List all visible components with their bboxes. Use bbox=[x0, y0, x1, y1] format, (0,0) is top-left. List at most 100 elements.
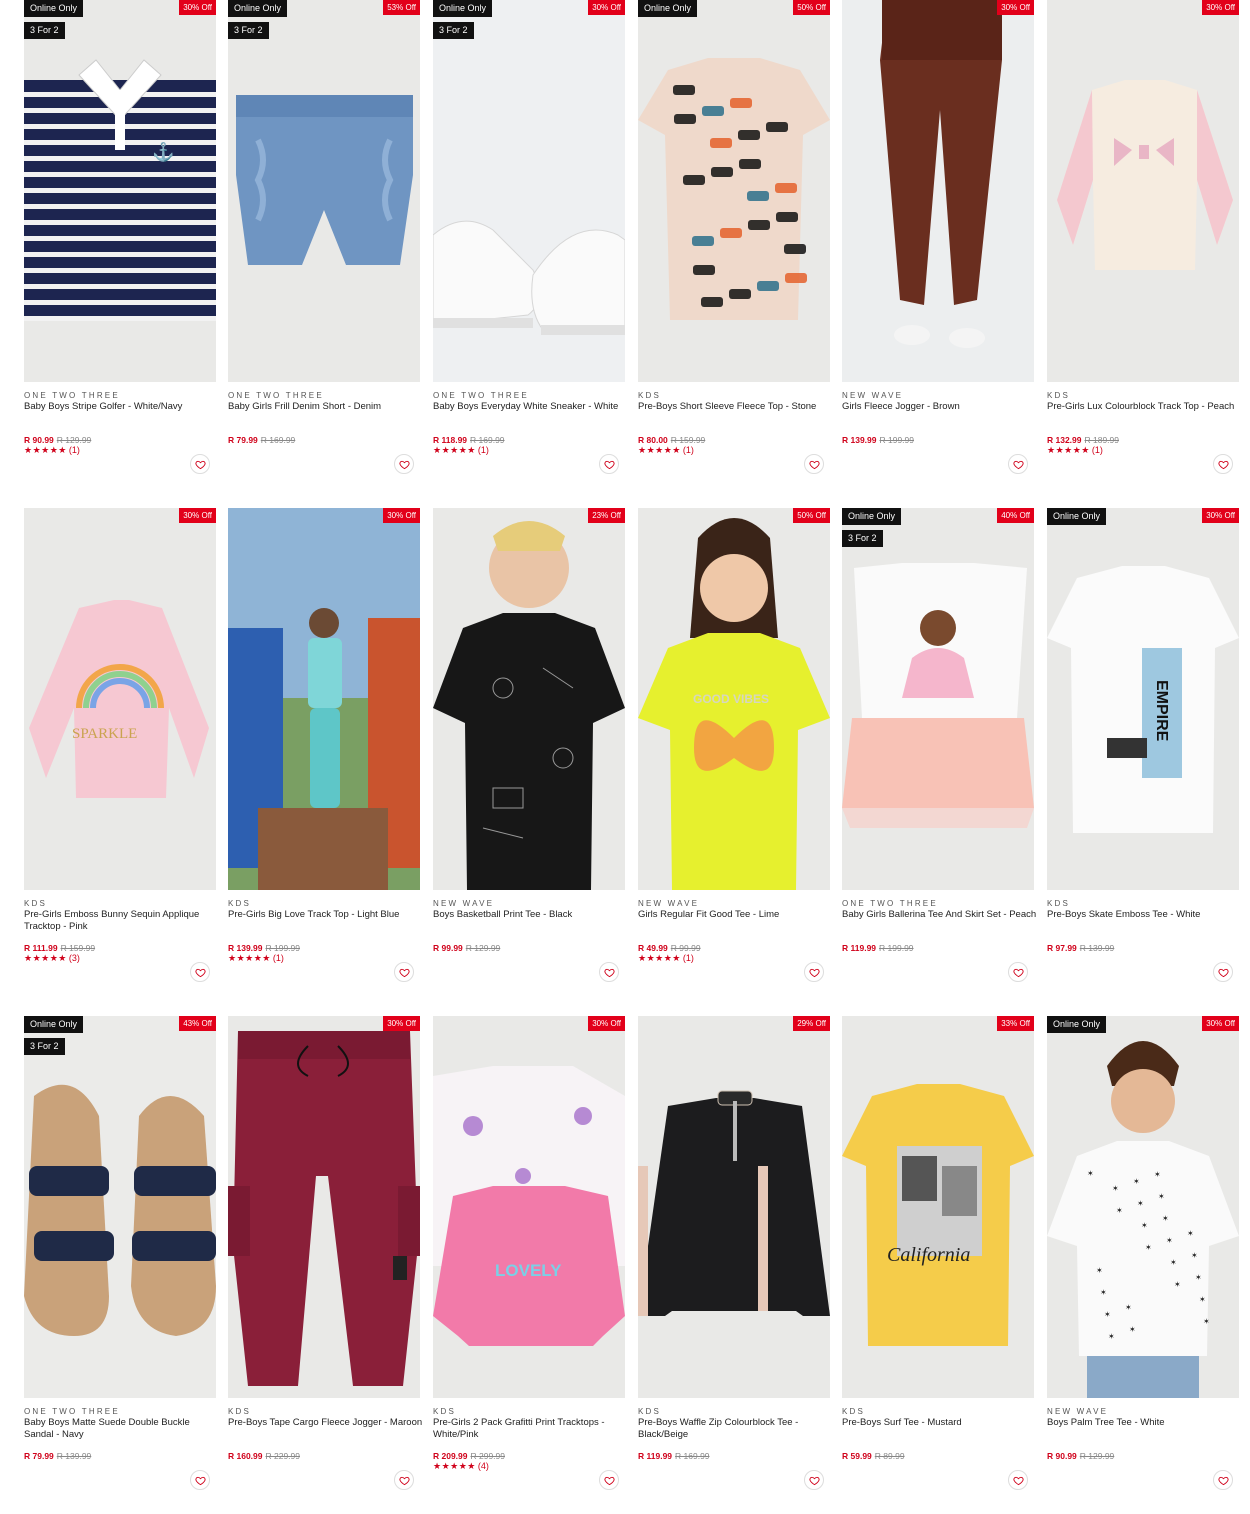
svg-text:✶: ✶ bbox=[1133, 1177, 1140, 1186]
product-card[interactable]: 30% Off KDS Pre-Girls Big Love Track Top… bbox=[228, 508, 420, 988]
product-name[interactable]: Baby Boys Matte Suede Double Buckle Sand… bbox=[24, 1417, 220, 1441]
product-card[interactable]: Online Only 50% Off KDS Pre-Boys Short S… bbox=[638, 0, 830, 480]
product-name[interactable]: Baby Girls Ballerina Tee And Skirt Set -… bbox=[842, 909, 1038, 921]
current-price: R 139.99 bbox=[842, 435, 877, 445]
wishlist-button[interactable] bbox=[394, 454, 414, 474]
product-name[interactable]: Pre-Boys Skate Emboss Tee - White bbox=[1047, 909, 1243, 921]
original-price: R 169.99 bbox=[470, 435, 505, 445]
svg-text:✶: ✶ bbox=[1174, 1280, 1181, 1289]
product-card[interactable]: 30% Off KDS Pre-Boys Tape Cargo Fleece J… bbox=[228, 1016, 422, 1496]
heart-icon bbox=[603, 460, 615, 469]
product-image[interactable]: GOOD VIBES bbox=[638, 508, 830, 890]
product-card[interactable]: Online Only 3 For 2 40% Off ONE TWO THRE… bbox=[842, 508, 1036, 988]
product-image[interactable] bbox=[638, 1016, 830, 1398]
product-card[interactable]: Online Only 3 For 2 30% Off ONE TWO THRE… bbox=[433, 0, 625, 480]
deal-badge: 3 For 2 bbox=[842, 530, 883, 547]
product-name[interactable]: Pre-Boys Short Sleeve Fleece Top - Stone bbox=[638, 401, 834, 413]
review-count: (3) bbox=[68, 953, 80, 963]
product-card[interactable]: 23% Off NEW WAVE Boys Basketball Print T… bbox=[433, 508, 625, 988]
product-name[interactable]: Pre-Boys Tape Cargo Fleece Jogger - Maro… bbox=[228, 1417, 424, 1429]
deal-badge: 3 For 2 bbox=[24, 22, 65, 39]
discount-badge: 30% Off bbox=[588, 1016, 625, 1031]
wishlist-button[interactable] bbox=[190, 454, 210, 474]
product-card[interactable]: 29% Off KDS Pre-Boys Waffle Zip Colourbl… bbox=[638, 1016, 830, 1496]
heart-icon bbox=[808, 968, 820, 977]
product-name[interactable]: Boys Palm Tree Tee - White bbox=[1047, 1417, 1243, 1429]
product-name[interactable]: Pre-Girls Lux Colourblock Track Top - Pe… bbox=[1047, 401, 1243, 413]
product-card[interactable]: Online Only 3 For 2 43% Off ONE TWO THRE… bbox=[24, 1016, 216, 1496]
product-image[interactable] bbox=[228, 508, 420, 890]
product-name[interactable]: Pre-Boys Surf Tee - Mustard bbox=[842, 1417, 1038, 1429]
product-name[interactable]: Baby Boys Stripe Golfer - White/Navy bbox=[24, 401, 220, 413]
product-card[interactable]: EMPIRE Online Only 30% Off KDS Pre-Boys … bbox=[1047, 508, 1239, 988]
wishlist-button[interactable] bbox=[394, 1470, 414, 1490]
wishlist-button[interactable] bbox=[1008, 1470, 1028, 1490]
wishlist-button[interactable] bbox=[1008, 962, 1028, 982]
discount-badge: 30% Off bbox=[588, 0, 625, 15]
product-image[interactable] bbox=[24, 1016, 216, 1398]
wishlist-button[interactable] bbox=[599, 454, 619, 474]
product-image[interactable] bbox=[842, 0, 1034, 382]
product-name[interactable]: Pre-Girls Emboss Bunny Sequin Applique T… bbox=[24, 909, 220, 933]
product-name[interactable]: Baby Girls Frill Denim Short - Denim bbox=[228, 401, 424, 413]
product-card[interactable]: GOOD VIBES 50% Off NEW WAVE Girls Regula… bbox=[638, 508, 830, 988]
wishlist-button[interactable] bbox=[1213, 1470, 1233, 1490]
product-image[interactable] bbox=[433, 508, 625, 890]
wishlist-button[interactable] bbox=[599, 1470, 619, 1490]
wishlist-button[interactable] bbox=[804, 1470, 824, 1490]
product-image[interactable]: SPARKLE bbox=[24, 508, 216, 890]
wishlist-button[interactable] bbox=[599, 962, 619, 982]
svg-text:✶: ✶ bbox=[1199, 1295, 1206, 1304]
product-image[interactable]: ✶ ✶ ✶ ✶ ✶ ✶ ✶ ✶ ✶ ✶ ✶ ✶ ✶ ✶ ✶ ✶ ✶ ✶ ✶ ✶ ✶ ✶ ✶ ✶ bbox=[1047, 1016, 1239, 1398]
review-count: (1) bbox=[682, 953, 694, 963]
svg-text:✶: ✶ bbox=[1154, 1170, 1161, 1179]
wishlist-button[interactable] bbox=[190, 962, 210, 982]
product-name[interactable]: Pre-Boys Waffle Zip Colourblock Tee - Bl… bbox=[638, 1417, 834, 1441]
wishlist-button[interactable] bbox=[1213, 962, 1233, 982]
product-image[interactable] bbox=[433, 0, 625, 382]
wishlist-button[interactable] bbox=[1008, 454, 1028, 474]
discount-badge: 30% Off bbox=[383, 508, 420, 523]
heart-icon bbox=[1217, 968, 1229, 977]
product-card[interactable]: California 33% Off KDS Pre-Boys Surf Tee… bbox=[842, 1016, 1034, 1496]
product-price: R 209.99 R 299.99 bbox=[433, 1451, 505, 1461]
product-card[interactable]: LOVELY 30% Off KDS Pre-Girls 2 Pack Graf… bbox=[433, 1016, 625, 1496]
product-image[interactable] bbox=[842, 508, 1034, 890]
wishlist-button[interactable] bbox=[1213, 454, 1233, 474]
product-brand: ONE TWO THREE bbox=[433, 391, 529, 400]
product-photo bbox=[433, 0, 625, 382]
product-name[interactable]: Baby Boys Everyday White Sneaker - White bbox=[433, 401, 629, 413]
rating: ★★★★★ (1) bbox=[638, 953, 694, 964]
product-card[interactable]: ⚓ Online Only 3 For 2 30% Off ONE TWO TH… bbox=[24, 0, 216, 480]
product-image[interactable]: LOVELY bbox=[433, 1016, 625, 1398]
product-name[interactable]: Girls Regular Fit Good Tee - Lime bbox=[638, 909, 834, 921]
product-name[interactable]: Pre-Girls Big Love Track Top - Light Blu… bbox=[228, 909, 424, 921]
product-image[interactable]: ⚓ bbox=[24, 0, 216, 382]
product-name[interactable]: Girls Fleece Jogger - Brown bbox=[842, 401, 1038, 413]
product-card[interactable]: 30% Off KDS Pre-Girls Lux Colourblock Tr… bbox=[1047, 0, 1239, 480]
wishlist-button[interactable] bbox=[804, 454, 824, 474]
current-price: R 97.99 bbox=[1047, 943, 1077, 953]
product-name[interactable]: Pre-Girls 2 Pack Grafitti Print Tracktop… bbox=[433, 1417, 629, 1441]
product-card[interactable]: SPARKLE 30% Off KDS Pre-Girls Emboss Bun… bbox=[24, 508, 216, 988]
heart-icon bbox=[194, 1476, 206, 1485]
product-image[interactable] bbox=[228, 1016, 420, 1398]
product-image[interactable] bbox=[638, 0, 830, 382]
product-price: R 99.99 R 129.99 bbox=[433, 943, 500, 953]
product-image[interactable]: California bbox=[842, 1016, 1034, 1398]
current-price: R 49.99 bbox=[638, 943, 668, 953]
product-price: R 59.99 R 89.99 bbox=[842, 1451, 905, 1461]
product-card[interactable]: ✶ ✶ ✶ ✶ ✶ ✶ ✶ ✶ ✶ ✶ ✶ ✶ ✶ ✶ ✶ ✶ ✶ ✶ ✶ ✶ ✶ ✶ ✶ ✶ Online Only 30%… bbox=[1047, 1016, 1239, 1496]
star-rating-icon: ★★★★★ bbox=[638, 445, 681, 455]
wishlist-button[interactable] bbox=[804, 962, 824, 982]
product-image[interactable] bbox=[1047, 0, 1239, 382]
product-image[interactable] bbox=[228, 0, 420, 382]
wishlist-button[interactable] bbox=[394, 962, 414, 982]
heart-icon bbox=[398, 460, 410, 469]
product-card[interactable]: 30% Off NEW WAVE Girls Fleece Jogger - B… bbox=[842, 0, 1034, 480]
product-name[interactable]: Boys Basketball Print Tee - Black bbox=[433, 909, 629, 921]
wishlist-button[interactable] bbox=[190, 1470, 210, 1490]
current-price: R 111.99 bbox=[24, 943, 58, 953]
product-image[interactable]: EMPIRE bbox=[1047, 508, 1239, 890]
product-card[interactable]: Online Only 3 For 2 53% Off ONE TWO THRE… bbox=[228, 0, 420, 480]
